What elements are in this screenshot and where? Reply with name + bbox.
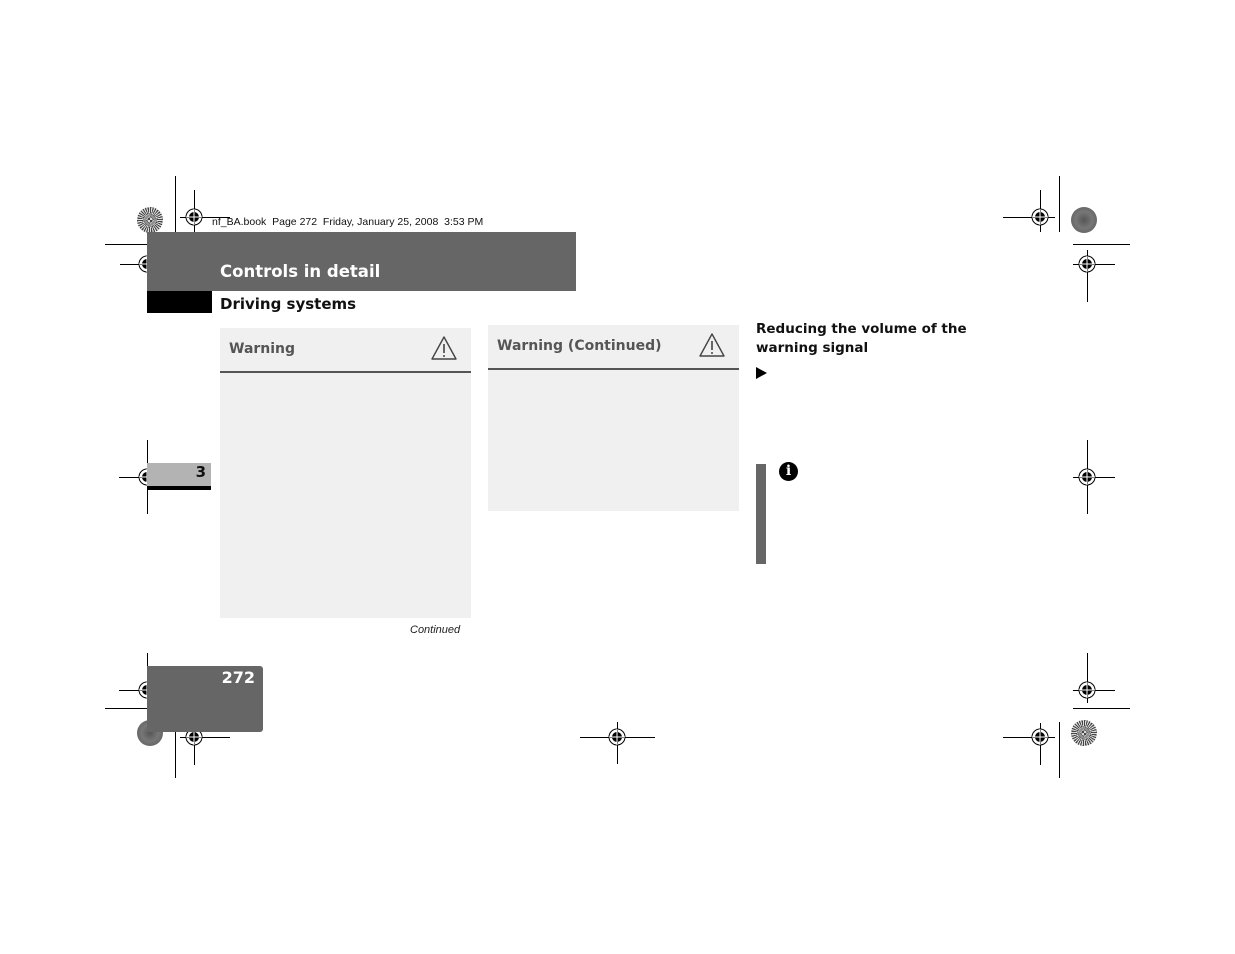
- info-icon: i: [779, 462, 798, 481]
- warning-header: Warning (Continued): [488, 325, 739, 370]
- crop-line: [1073, 708, 1130, 709]
- procedure-heading: Reducing the volume of the warning signa…: [756, 321, 967, 356]
- chapter-tab-underline: [147, 486, 211, 490]
- crop-line: [1059, 722, 1060, 778]
- section-title: Controls in detail: [220, 262, 381, 281]
- continued-label: Continued: [410, 624, 461, 636]
- warning-header: Warning: [220, 328, 471, 373]
- crop-line: [175, 176, 176, 232]
- page-number: 272: [221, 668, 255, 687]
- registration-mark-icon: [608, 728, 626, 746]
- warning-label: Warning: [229, 341, 296, 357]
- chapter-number: 3: [195, 463, 206, 481]
- registration-mark-icon: [1078, 255, 1096, 273]
- color-bar-disc-icon: [1071, 207, 1097, 233]
- registration-mark-icon: [1031, 208, 1049, 226]
- print-info: nf_BA.book Page 272 Friday, January 25, …: [212, 216, 484, 228]
- color-bar-disc-icon: [137, 207, 163, 233]
- arrow-right-icon: [756, 367, 767, 379]
- warning-label: Warning (Continued): [497, 338, 662, 354]
- crop-line: [1059, 176, 1060, 232]
- warning-triangle-icon: [431, 336, 457, 360]
- note-bar: [756, 464, 766, 564]
- registration-mark-icon: [1031, 728, 1049, 746]
- registration-mark-icon: [1078, 468, 1096, 486]
- registration-mark-icon: [1078, 681, 1096, 699]
- warning-continued-box: Warning (Continued): [488, 325, 739, 511]
- warning-box: Warning: [220, 328, 471, 618]
- color-bar-disc-icon: [1071, 720, 1097, 746]
- registration-mark-icon: [185, 208, 203, 226]
- crop-line: [1073, 244, 1130, 245]
- warning-triangle-icon: [699, 333, 725, 357]
- subheader-marker: [147, 291, 212, 313]
- subsection-title: Driving systems: [220, 295, 357, 313]
